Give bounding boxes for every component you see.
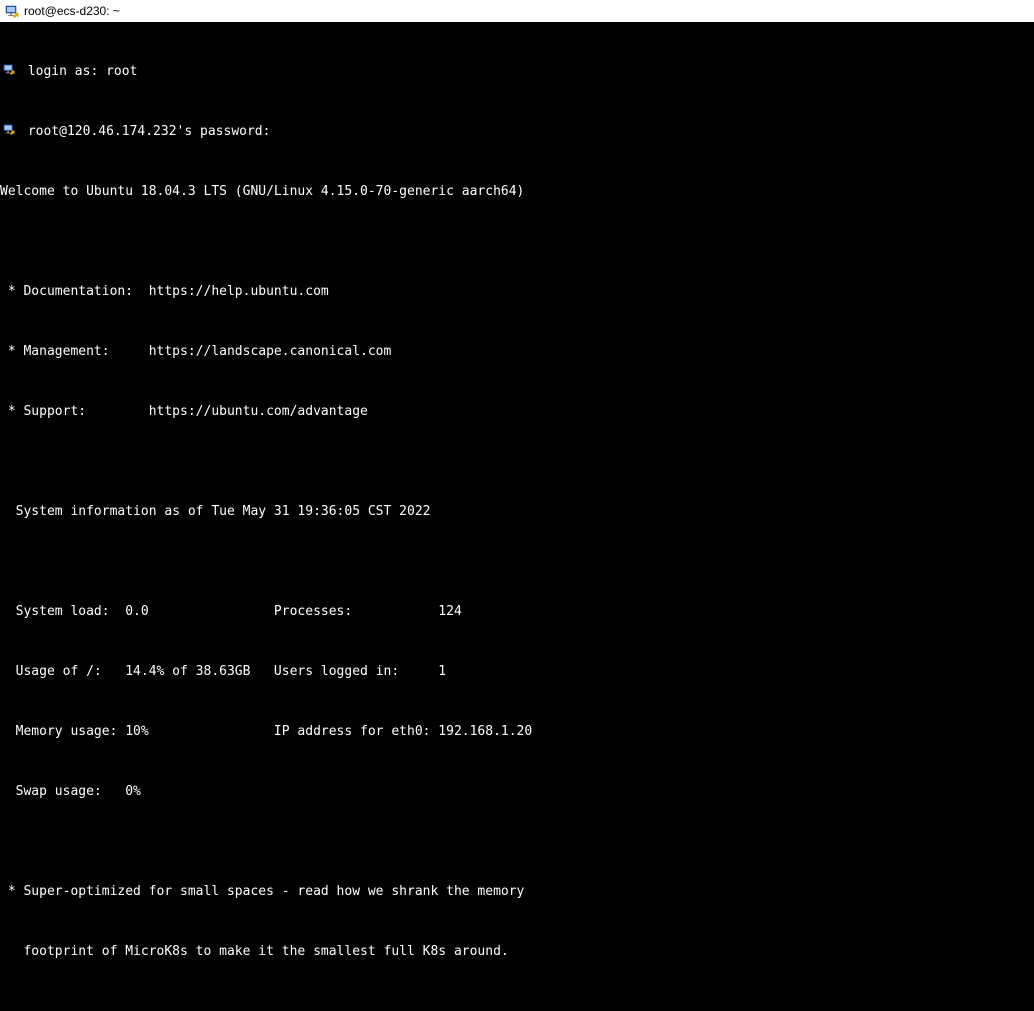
sysinfo-row: Usage of /: 14.4% of 38.63GB Users logge… [0,662,1034,682]
password-text: root@120.46.174.232's password: [20,122,270,142]
terminal-area[interactable]: login as: root root@120.46.174.232's pas… [0,22,1034,1011]
password-prompt-line: root@120.46.174.232's password: [0,122,1034,142]
sysinfo-heading: System information as of Tue May 31 19:3… [0,502,1034,522]
motd-management: * Management: https://landscape.canonica… [0,342,1034,362]
window-title-bar[interactable]: root@ecs-d230: ~ [0,0,1034,22]
motd-microk8s-2: footprint of MicroK8s to make it the sma… [0,942,1034,962]
motd-support: * Support: https://ubuntu.com/advantage [0,402,1034,422]
putty-icon [0,62,20,76]
window-title: root@ecs-d230: ~ [24,4,120,18]
motd-welcome: Welcome to Ubuntu 18.04.3 LTS (GNU/Linux… [0,182,1034,202]
putty-icon [0,122,20,136]
sysinfo-row: Memory usage: 10% IP address for eth0: 1… [0,722,1034,742]
motd-microk8s-1: * Super-optimized for small spaces - rea… [0,882,1034,902]
putty-icon [4,3,20,19]
sysinfo-row: System load: 0.0 Processes: 124 [0,602,1034,622]
sysinfo-row: Swap usage: 0% [0,782,1034,802]
motd-documentation: * Documentation: https://help.ubuntu.com [0,282,1034,302]
login-prompt-line: login as: root [0,62,1034,82]
login-as-text: login as: root [20,62,137,82]
